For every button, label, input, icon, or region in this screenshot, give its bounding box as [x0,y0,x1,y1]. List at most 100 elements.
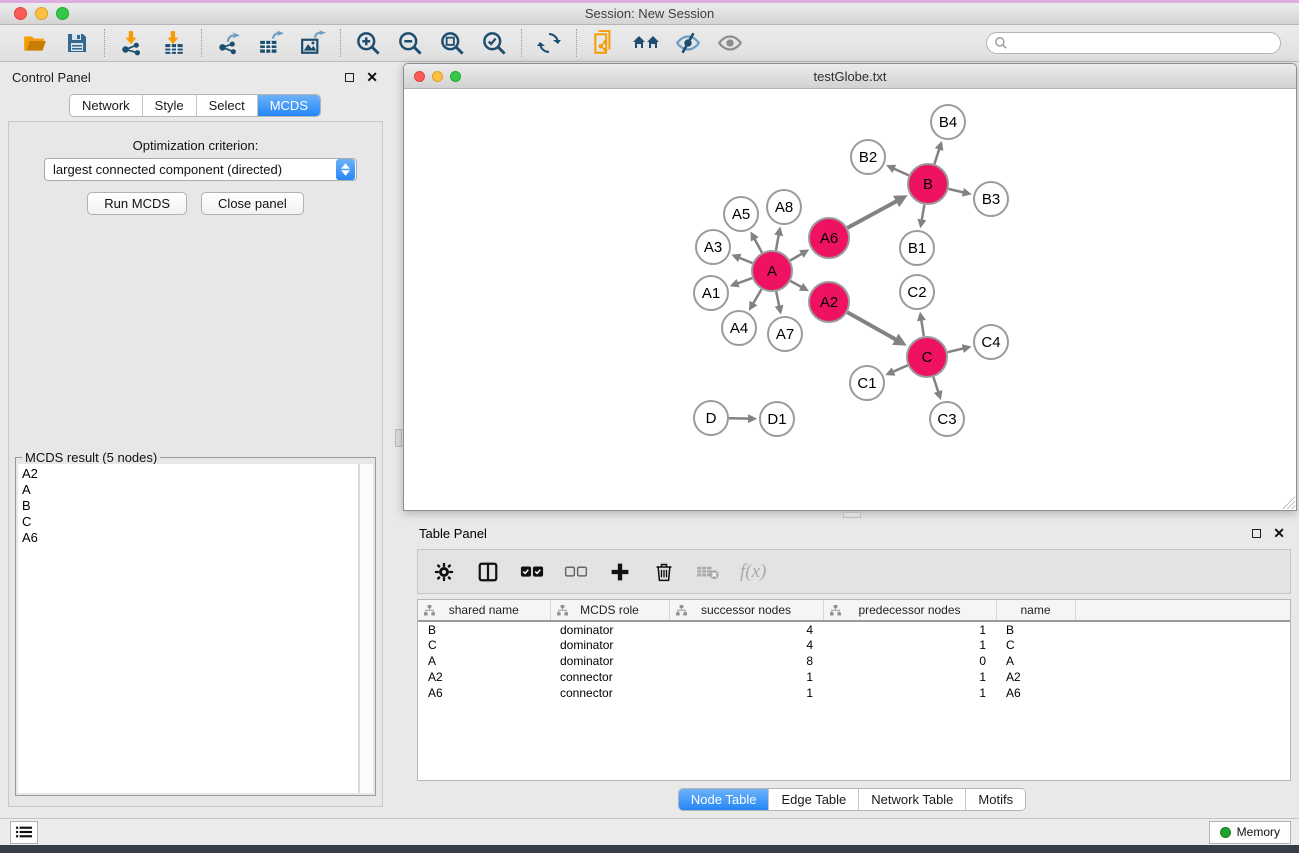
table-tab-network-table[interactable]: Network Table [859,789,966,810]
zoom-fit-icon[interactable] [438,29,466,57]
result-scrollbar[interactable] [359,464,373,793]
tab-select[interactable]: Select [197,95,258,116]
graph-edge[interactable] [947,348,963,352]
dropdown-stepper-icon [336,159,355,180]
criterion-dropdown[interactable]: largest connected component (directed) [44,158,357,181]
import-table-icon[interactable] [160,29,188,57]
open-file-icon[interactable] [21,29,49,57]
main-toolbar [0,25,1299,62]
network-window-titlebar[interactable]: testGlobe.txt [404,64,1296,89]
result-item[interactable]: A6 [22,530,354,546]
graph-node-label: A5 [732,206,750,223]
refresh-layout-icon[interactable] [535,29,563,57]
first-neighbors-icon[interactable] [632,29,660,57]
hierarchy-icon [424,605,435,616]
desktop-strip-bottom [0,845,1299,853]
column-header[interactable]: successor nodes [669,600,823,621]
float-panel-icon[interactable] [345,73,354,82]
status-list-button[interactable] [10,821,38,844]
result-item[interactable]: C [22,514,354,530]
graph-node-label: C [922,349,933,366]
graph-edge[interactable] [847,201,897,228]
add-row-plus-icon[interactable] [608,560,632,584]
graph-edge[interactable] [739,258,753,264]
delete-column-icon[interactable] [696,560,720,584]
import-network-icon[interactable] [118,29,146,57]
mcds-result-list[interactable]: A2ABCA6 [18,464,359,793]
status-bar: Memory [0,818,1299,845]
table-row[interactable]: Bdominator41B [418,621,1291,637]
table-tab-node-table[interactable]: Node Table [679,789,770,810]
function-builder-icon[interactable]: f(x) [740,561,766,583]
graph-edge[interactable] [737,278,752,283]
graph-node-label: D [706,410,717,427]
window-resize-grip[interactable] [1281,495,1295,509]
network-window-title: testGlobe.txt [404,69,1296,84]
close-panel-button[interactable]: Close panel [201,192,304,215]
select-all-icon[interactable] [520,560,544,584]
graph-edge[interactable] [893,365,908,372]
column-header[interactable]: shared name [418,600,550,621]
tab-style[interactable]: Style [143,95,197,116]
close-table-panel-icon[interactable]: ✕ [1273,526,1285,540]
export-network-icon[interactable] [215,29,243,57]
graph-edge[interactable] [776,292,779,307]
zoom-selected-icon[interactable] [480,29,508,57]
memory-button[interactable]: Memory [1209,821,1291,844]
node-table[interactable]: shared nameMCDS rolesuccessor nodesprede… [417,599,1291,781]
graph-node-label: B [923,176,933,193]
mcds-result-title: MCDS result (5 nodes) [22,450,160,465]
column-header[interactable]: MCDS role [550,600,669,621]
graph-edge[interactable] [790,254,802,261]
graph-edge[interactable] [933,377,938,392]
result-item[interactable]: A2 [22,466,354,482]
result-item[interactable]: B [22,498,354,514]
graph-edge[interactable] [790,281,801,287]
table-row[interactable]: A6connector11A6 [418,685,1291,701]
graph-edge[interactable] [776,235,779,251]
deselect-all-icon[interactable] [564,560,588,584]
graph-edge[interactable] [753,289,762,304]
table-panel: Table Panel ✕ f(x) [405,518,1299,815]
graph-node-label: A3 [704,239,722,256]
zoom-out-icon[interactable] [396,29,424,57]
graph-node-label: B3 [982,191,1000,208]
table-row[interactable]: A2connector11A2 [418,669,1291,685]
graph-edge[interactable] [894,169,909,176]
save-session-icon[interactable] [63,29,91,57]
zoom-in-icon[interactable] [354,29,382,57]
tab-mcds[interactable]: MCDS [258,95,320,116]
tab-network[interactable]: Network [70,95,143,116]
graph-edge[interactable] [847,312,896,340]
show-all-icon[interactable] [716,29,744,57]
duplicate-network-icon[interactable] [590,29,618,57]
mcds-tab-panel: Optimization criterion: largest connecte… [8,121,383,807]
vertical-splitter-handle[interactable] [395,429,402,447]
table-settings-gear-icon[interactable] [432,560,456,584]
export-table-icon[interactable] [257,29,285,57]
delete-row-trash-icon[interactable] [652,560,676,584]
graph-node-label: C2 [907,284,926,301]
table-tab-motifs[interactable]: Motifs [966,789,1025,810]
table-tab-edge-table[interactable]: Edge Table [769,789,859,810]
graph-node-label: A4 [730,320,748,337]
hide-selected-icon[interactable] [674,29,702,57]
network-canvas[interactable]: B4B2BB3A8A5A6A3B1AC2A1A2A4A7C4CC1DD1C3 [404,89,1296,510]
graph-node-label: A [767,263,777,280]
table-row[interactable]: Cdominator41C [418,637,1291,653]
column-header[interactable]: name [996,600,1075,621]
table-row[interactable]: Adominator80A [418,653,1291,669]
column-header[interactable]: predecessor nodes [823,600,996,621]
graph-edge[interactable] [921,320,924,337]
run-mcds-button[interactable]: Run MCDS [87,192,187,215]
close-panel-icon[interactable]: ✕ [366,70,378,84]
graph-edge[interactable] [754,239,762,253]
graph-edge[interactable] [948,189,963,193]
float-table-panel-icon[interactable] [1252,529,1261,538]
graph-edge[interactable] [922,205,925,221]
show-column-icon[interactable] [476,560,500,584]
result-item[interactable]: A [22,482,354,498]
export-image-icon[interactable] [299,29,327,57]
graph-edge[interactable] [934,149,939,164]
search-input[interactable] [986,32,1281,54]
